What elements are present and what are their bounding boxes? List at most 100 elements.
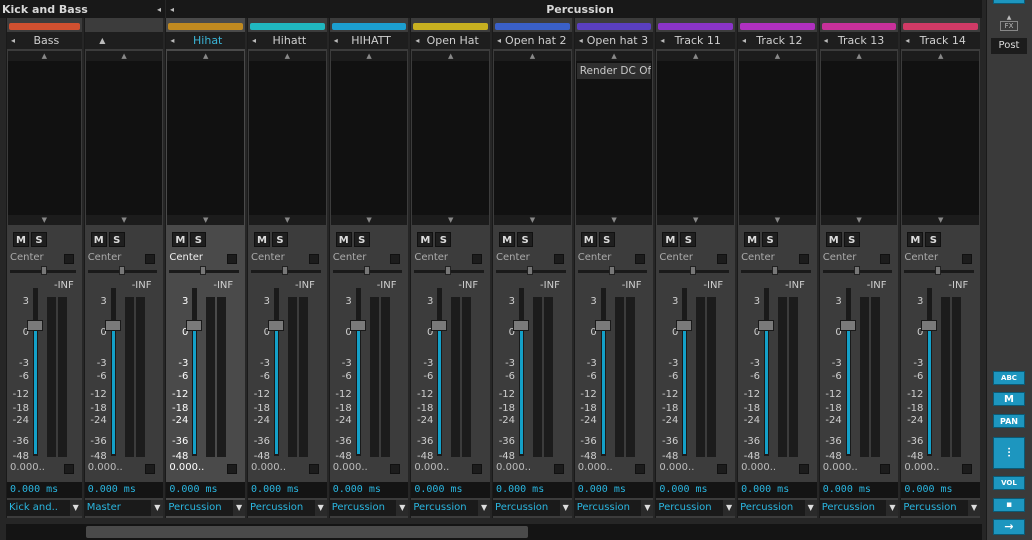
show-routing-toggle[interactable]: → [993,519,1025,535]
channel-strip[interactable]: ◂ Track 11 ▲ ▼ M S Center 3 0 -3 -6 -12 -18 -2… [655,18,736,518]
fx-scroll-up-icon[interactable]: ▲ [167,51,245,61]
volume-fader-knob[interactable] [27,320,43,331]
output-routing-select[interactable]: Kick and.. ▼ [7,500,82,516]
fx-chain-box[interactable]: ▲ ▼ [657,51,735,225]
fx-plugin-item[interactable]: Render DC Of.. [576,63,652,79]
pan-checkbox[interactable] [798,254,809,264]
fx-scroll-up-icon[interactable]: ▲ [330,51,408,61]
volume-checkbox[interactable] [472,464,483,474]
output-routing-select[interactable]: Percussion ▼ [329,500,409,516]
volume-fader-knob[interactable] [268,320,285,331]
volume-value[interactable]: 0.000.. [414,462,449,473]
mute-button[interactable]: M [907,232,924,247]
solo-button[interactable]: S [680,232,697,247]
group-header-percussion[interactable]: ◂ Percussion [166,0,982,18]
pan-knob[interactable] [118,266,125,275]
delay-field[interactable]: 0.000 ms [329,482,409,498]
solo-button[interactable]: S [272,232,289,247]
fx-scroll-down-icon[interactable]: ▼ [249,215,326,225]
delay-field[interactable]: 0.000 ms [248,482,327,498]
pan-checkbox[interactable] [553,254,564,264]
mute-button[interactable]: M [499,232,516,247]
delay-field[interactable]: 0.000 ms [84,482,164,498]
volume-value[interactable]: 0.000.. [578,462,613,473]
horizontal-scrollbar[interactable] [6,524,982,540]
fx-chain-box[interactable]: ▲ ▼ [820,51,898,225]
fx-scroll-down-icon[interactable]: ▼ [739,215,816,225]
solo-button[interactable]: S [190,232,207,247]
solo-button[interactable]: S [435,232,452,247]
fx-chain-box[interactable]: ▲ ▼ [739,51,816,225]
pan-knob[interactable] [282,266,289,275]
fx-chain-box[interactable]: ▲ ▼ [249,51,326,225]
channel-strip[interactable]: ◂ Track 13 ▲ ▼ M S Center 3 0 -3 -6 -12 -18 -2… [818,18,899,518]
fx-scroll-up-icon[interactable]: ▲ [575,51,653,61]
fx-chain-box[interactable]: ▲ ▼ [8,51,81,225]
track-name-row[interactable]: ◂ Hihat [166,32,246,49]
channel-strip[interactable]: ◂ Track 14 ▲ ▼ M S Center 3 0 -3 -6 -12 -18 -2… [900,18,981,518]
fx-scroll-up-icon[interactable]: ▲ [85,51,163,61]
pan-knob[interactable] [527,266,534,275]
mute-button[interactable]: M [825,232,842,247]
fx-scroll-up-icon[interactable]: ▲ [494,51,571,61]
delay-field[interactable]: 0.000 ms [656,482,736,498]
pan-knob[interactable] [853,266,860,275]
fx-scroll-down-icon[interactable]: ▼ [657,215,735,225]
output-routing-select[interactable]: Percussion ▼ [819,500,899,516]
fx-chain-box[interactable]: ▲ ▼ [494,51,571,225]
volume-value[interactable]: 0.000.. [659,462,694,473]
volume-fader-knob[interactable] [594,320,611,331]
volume-fader-knob[interactable] [104,320,121,331]
volume-fader-knob[interactable] [839,320,856,331]
volume-checkbox[interactable] [962,464,973,474]
pan-checkbox[interactable] [962,254,973,264]
fx-scroll-up-icon[interactable]: ▲ [249,51,326,61]
pan-knob[interactable] [41,266,47,275]
volume-checkbox[interactable] [798,464,809,474]
pan-checkbox[interactable] [635,254,646,264]
delay-field[interactable]: 0.000 ms [411,482,491,498]
volume-checkbox[interactable] [717,464,728,474]
channel-strip[interactable]: ◂ Bass ▲ ▼ M S Center 3 0 -3 -6 -12 -18 -24 -36… [6,18,82,518]
mute-button[interactable]: M [744,232,761,247]
delay-field[interactable]: 0.000 ms [574,482,654,498]
show-pan-toggle[interactable]: PAN [993,414,1025,428]
mute-button[interactable]: M [417,232,434,247]
channel-strip[interactable]: ◂ Track 12 ▲ ▼ M S Center 3 0 -3 -6 -12 -18 -2… [737,18,817,518]
channel-strip[interactable]: ◂ Open Hat ▲ ▼ M S Center 3 0 -3 -6 -12 -18 -2… [410,18,491,518]
delay-field[interactable]: 0.000 ms [166,482,246,498]
output-routing-select[interactable]: Percussion ▼ [738,500,817,516]
delay-field[interactable]: 0.000 ms [819,482,899,498]
volume-fader-knob[interactable] [186,320,203,331]
fx-scroll-down-icon[interactable]: ▼ [330,215,408,225]
track-name-row[interactable]: ◂ HIHATT [329,32,409,49]
pan-knob[interactable] [772,266,779,275]
volume-value[interactable]: 0.000.. [333,462,368,473]
output-routing-select[interactable]: Master ▼ [84,500,164,516]
track-name-row[interactable]: ◂ Hihatt [248,32,327,49]
pan-knob[interactable] [935,266,942,275]
mute-button[interactable]: M [662,232,679,247]
scrollbar-thumb[interactable] [86,526,528,538]
volume-fader-knob[interactable] [921,320,938,331]
solo-button[interactable]: S [108,232,125,247]
fx-scroll-up-icon[interactable]: ▲ [657,51,735,61]
pan-knob[interactable] [363,266,370,275]
volume-checkbox[interactable] [553,464,564,474]
pan-checkbox[interactable] [308,254,319,264]
mute-button[interactable]: M [335,232,352,247]
fx-scroll-down-icon[interactable]: ▼ [8,215,81,225]
fx-routing-icon[interactable]: ▲ FX [1000,14,1018,32]
output-routing-select[interactable]: Percussion ▼ [574,500,654,516]
channel-strip[interactable]: ◂ Open hat 2 ▲ ▼ M S Center 3 0 -3 -6 -12 -18… [492,18,572,518]
fx-chain-box[interactable]: ▲ ▼ [85,51,163,225]
fx-scroll-up-icon[interactable]: ▲ [412,51,490,61]
delay-field[interactable]: 0.000 ms [7,482,82,498]
track-name-row[interactable]: ◂ Open hat 3 [574,32,654,49]
channel-strip[interactable]: ◂ Hihat ▲ ▼ M S Center 3 0 -3 -6 -12 -18 -24 -3… [165,18,246,518]
show-delay-toggle[interactable]: ▪ [993,498,1025,512]
output-routing-select[interactable]: Percussion ▼ [656,500,736,516]
show-mute-toggle[interactable]: M [993,392,1025,406]
solo-button[interactable]: S [517,232,534,247]
fx-scroll-down-icon[interactable]: ▼ [494,215,571,225]
